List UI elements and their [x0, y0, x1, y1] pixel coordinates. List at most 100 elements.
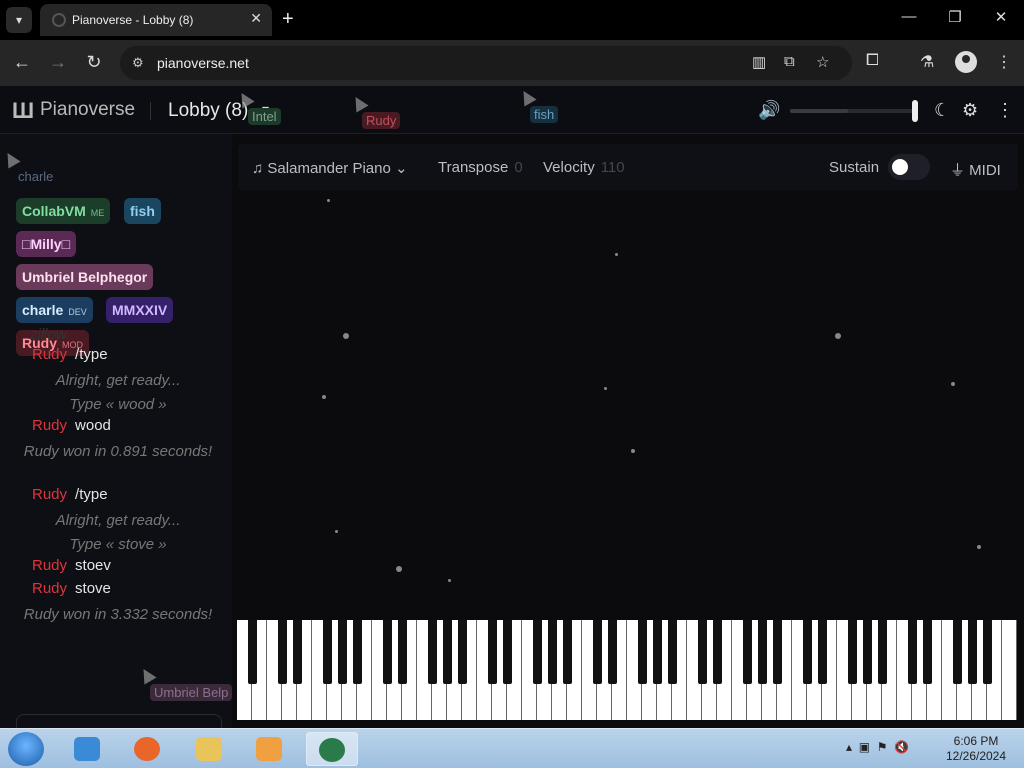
volume-slider[interactable]: [790, 109, 918, 113]
black-key[interactable]: [427, 620, 437, 684]
reading-mode-icon[interactable]: ▥: [752, 53, 766, 71]
user-role-badge: ME: [90, 208, 105, 218]
browser-menu-icon[interactable]: ⋮: [996, 52, 1012, 72]
minimize-button[interactable]: —: [894, 8, 924, 25]
start-button[interactable]: [8, 732, 44, 766]
chat-message-input[interactable]: [16, 714, 222, 728]
midi-button[interactable]: ⏚ MIDI: [950, 159, 1001, 180]
taskbar-clock[interactable]: 6:06 PM 12/26/2024: [942, 734, 1010, 764]
black-key[interactable]: [652, 620, 662, 684]
cursor-label: fish: [530, 106, 559, 123]
media-player-icon[interactable]: [244, 732, 296, 766]
black-key[interactable]: [322, 620, 332, 684]
black-key[interactable]: [757, 620, 767, 684]
black-key[interactable]: [922, 620, 932, 684]
black-key[interactable]: [712, 620, 722, 684]
velocity-control[interactable]: Velocity 110: [543, 159, 625, 176]
black-key[interactable]: [502, 620, 512, 684]
tab-list-button[interactable]: ▾: [6, 7, 32, 33]
internet-explorer-icon[interactable]: [62, 732, 114, 766]
restore-button[interactable]: ❐: [940, 8, 970, 26]
browser-tab[interactable]: Pianoverse - Lobby (8) ✕: [40, 4, 272, 36]
volume-icon[interactable]: 🔊: [758, 100, 780, 121]
pianoverse-logo-icon: Ш: [12, 98, 35, 123]
star-particle: [343, 333, 349, 339]
settings-gear-icon[interactable]: ⚙: [962, 100, 978, 121]
black-key[interactable]: [877, 620, 887, 684]
dark-mode-moon-icon[interactable]: ☾: [934, 100, 950, 121]
transpose-control[interactable]: Transpose 0: [438, 159, 523, 176]
close-window-button[interactable]: ✕: [986, 8, 1016, 26]
url-text[interactable]: pianoverse.net: [157, 55, 249, 71]
extensions-icon[interactable]: ⧠: [866, 52, 879, 70]
black-key[interactable]: [952, 620, 962, 684]
black-key[interactable]: [352, 620, 362, 684]
black-key[interactable]: [292, 620, 302, 684]
system-tray-icons[interactable]: ▴ ▣ ⚑ 🔇: [846, 740, 909, 754]
user-pill[interactable]: □Milly□: [16, 231, 77, 257]
sustain-toggle[interactable]: [888, 154, 930, 180]
user-pill[interactable]: MMXXIV: [106, 297, 174, 323]
black-key[interactable]: [607, 620, 617, 684]
user-pill[interactable]: fish: [124, 198, 161, 224]
file-explorer-icon[interactable]: [184, 732, 236, 766]
black-key[interactable]: [337, 620, 347, 684]
black-key[interactable]: [442, 620, 452, 684]
black-key[interactable]: [397, 620, 407, 684]
user-pill[interactable]: charle DEV: [16, 297, 93, 323]
piano-keyboard[interactable]: [237, 620, 1017, 720]
cursor-label: Intel: [248, 108, 281, 125]
forward-button[interactable]: →: [46, 52, 70, 73]
app-logo-text: Pianoverse: [40, 99, 136, 120]
user-pill[interactable]: CollabVM ME: [16, 198, 111, 224]
chat-username[interactable]: Rudy: [32, 557, 67, 574]
black-key[interactable]: [982, 620, 992, 684]
new-tab-button[interactable]: +: [282, 8, 294, 31]
black-key[interactable]: [382, 620, 392, 684]
black-key[interactable]: [487, 620, 497, 684]
sidebar: CollabVM ME fish □Milly□ Umbriel Belphegor ch…: [0, 134, 232, 728]
black-key[interactable]: [967, 620, 977, 684]
black-key[interactable]: [457, 620, 467, 684]
back-button[interactable]: ←: [10, 52, 34, 73]
instrument-name: Salamander Piano: [267, 160, 391, 177]
room-name[interactable]: Lobby (8): [168, 100, 248, 122]
black-key[interactable]: [562, 620, 572, 684]
tab-title: Pianoverse - Lobby (8): [72, 13, 194, 27]
black-key[interactable]: [862, 620, 872, 684]
chat-text: /type: [75, 486, 108, 503]
more-menu-icon[interactable]: ⋮: [996, 100, 1014, 121]
labs-flask-icon[interactable]: ⚗: [920, 52, 934, 72]
tab-close-button[interactable]: ✕: [250, 10, 262, 27]
black-key[interactable]: [637, 620, 647, 684]
black-key[interactable]: [907, 620, 917, 684]
install-app-icon[interactable]: ⧉: [784, 53, 795, 70]
black-key[interactable]: [697, 620, 707, 684]
volume-slider-handle[interactable]: [912, 100, 918, 122]
chat-username[interactable]: Rudy: [32, 417, 67, 434]
black-key[interactable]: [277, 620, 287, 684]
white-key[interactable]: [1002, 620, 1017, 720]
black-key[interactable]: [667, 620, 677, 684]
black-key[interactable]: [547, 620, 557, 684]
black-key[interactable]: [592, 620, 602, 684]
instrument-select[interactable]: ♫ Salamander Piano ⌄: [252, 159, 408, 177]
chat-username[interactable]: Rudy: [32, 486, 67, 503]
chat-username[interactable]: Rudy: [32, 346, 67, 363]
black-key[interactable]: [247, 620, 257, 684]
black-key[interactable]: [742, 620, 752, 684]
reload-button[interactable]: ↻: [82, 52, 106, 73]
chat-username[interactable]: Rudy: [32, 580, 67, 597]
site-info-icon[interactable]: ⚙: [132, 55, 144, 71]
black-key[interactable]: [817, 620, 827, 684]
user-pill[interactable]: Umbriel Belphegor: [16, 264, 154, 290]
profile-avatar[interactable]: [955, 51, 977, 73]
black-key[interactable]: [772, 620, 782, 684]
black-key[interactable]: [532, 620, 542, 684]
black-key[interactable]: [847, 620, 857, 684]
address-bar[interactable]: ⚙ pianoverse.net ▥ ⧉ ☆: [120, 46, 852, 80]
chrome-taskbar-icon[interactable]: [306, 732, 358, 766]
firefox-icon[interactable]: [122, 732, 174, 766]
black-key[interactable]: [802, 620, 812, 684]
bookmark-star-icon[interactable]: ☆: [816, 53, 829, 71]
